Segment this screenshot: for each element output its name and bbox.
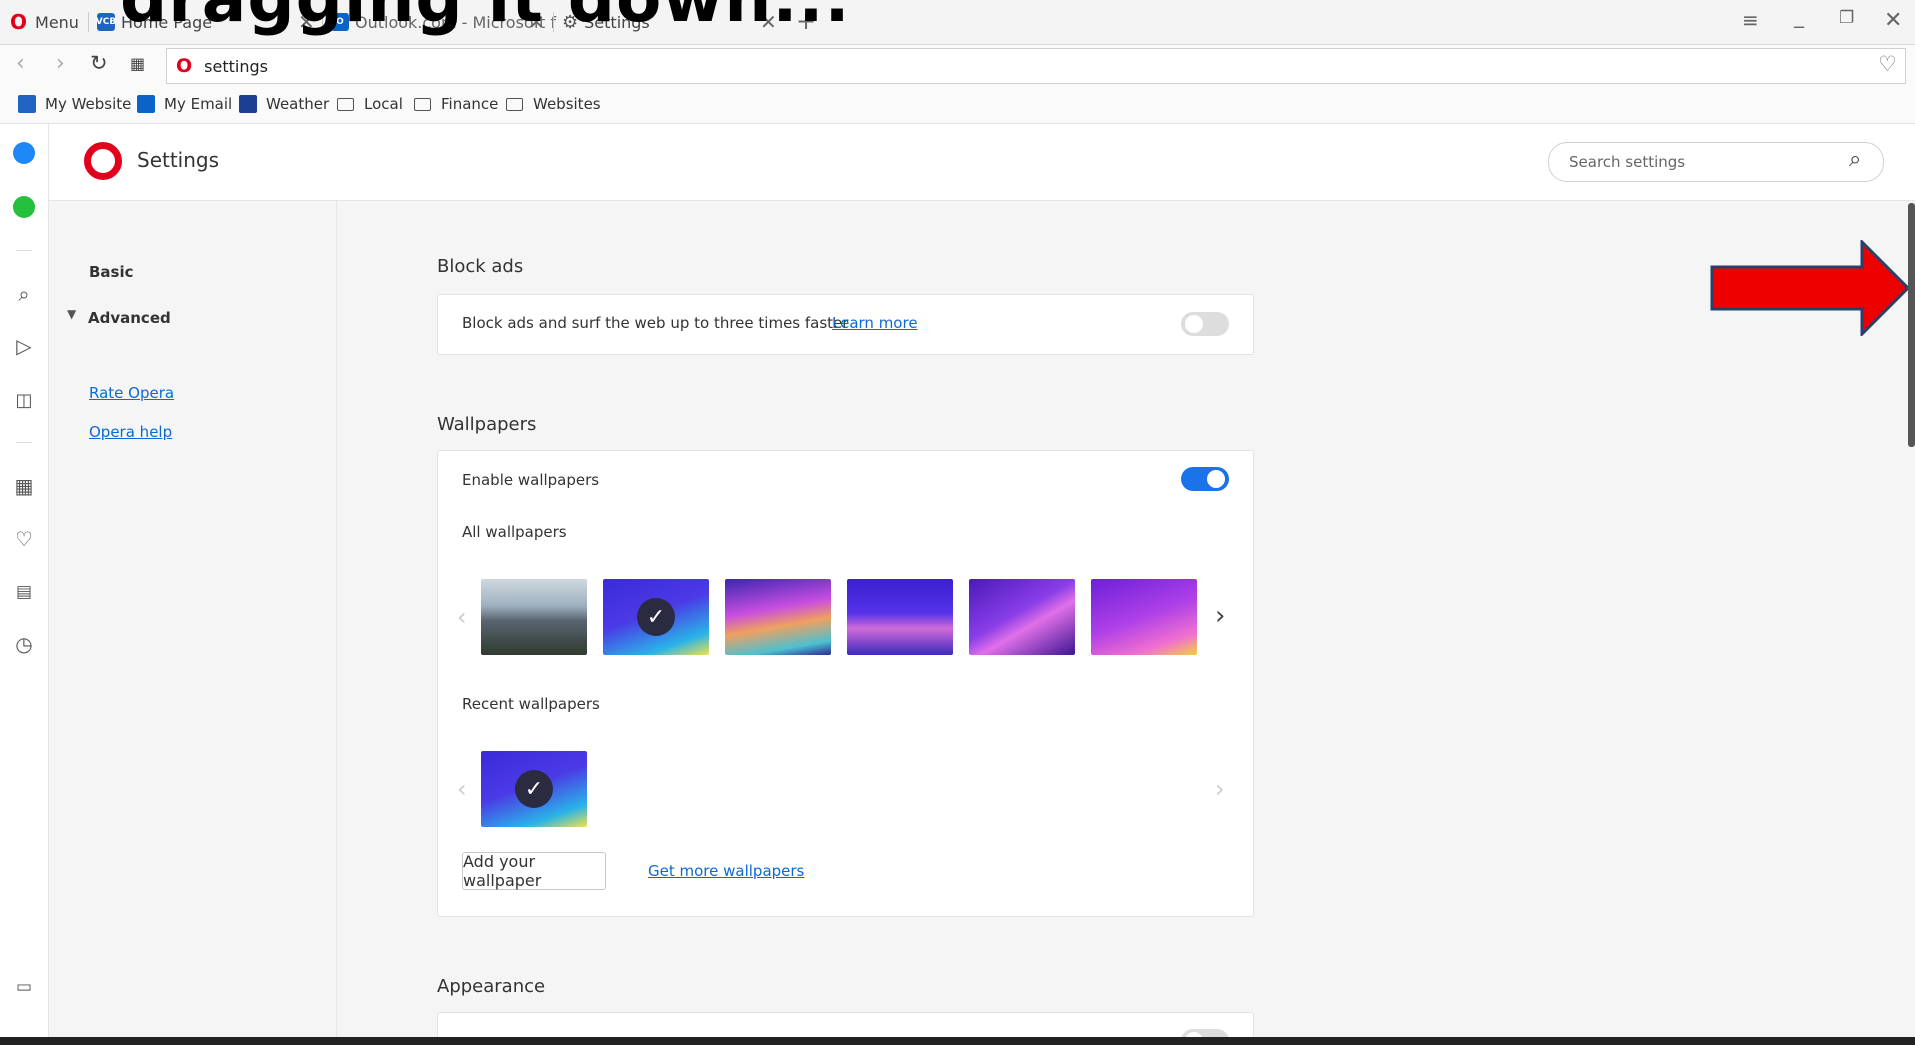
block-ads-desc: Block ads and surf the web up to three t… <box>462 314 849 332</box>
red-arrow-annotation-icon <box>1710 240 1910 336</box>
block-ads-card: Block ads and surf the web up to three t… <box>437 294 1254 355</box>
wallpapers-title: Wallpapers <box>437 414 537 435</box>
wallpaper-thumbnail-mountains[interactable] <box>847 579 953 655</box>
menu-label: Menu <box>35 12 79 32</box>
speed-dial-grid-icon[interactable]: ▦ <box>130 54 145 73</box>
nav-basic[interactable]: Basic <box>89 263 134 281</box>
bookmark-websites[interactable]: Websites <box>506 95 601 113</box>
wallpaper-thumbnail-waves[interactable] <box>725 579 831 655</box>
sidebar-toggle-icon[interactable]: ▭ <box>12 975 36 999</box>
vcb-favicon-icon: VCB <box>96 13 116 31</box>
wallpaper-thumbnail-dune[interactable] <box>969 579 1075 655</box>
opera-logo-icon: O <box>10 10 28 34</box>
bookmark-local[interactable]: Local <box>337 95 403 113</box>
folder-icon <box>506 97 523 111</box>
bookmark-weather[interactable]: Weather <box>239 95 329 113</box>
block-ads-toggle[interactable] <box>1181 312 1229 336</box>
recent-wallpapers-label: Recent wallpapers <box>462 695 600 713</box>
bookmark-my-website[interactable]: My Website <box>18 95 131 113</box>
add-wallpaper-button[interactable]: Add your wallpaper <box>462 852 606 890</box>
search-icon[interactable]: ⌕ <box>12 282 36 306</box>
get-more-wallpapers-link[interactable]: Get more wallpapers <box>648 862 804 880</box>
caret-down-icon: ▼ <box>67 307 77 321</box>
minimize-icon[interactable]: _ <box>1794 4 1804 28</box>
back-icon[interactable]: ‹ <box>16 51 25 76</box>
wallpaper-thumbnail-selected[interactable]: ✓ <box>603 579 709 655</box>
scrollbar-thumb[interactable] <box>1908 203 1915 447</box>
enable-wallpapers-toggle[interactable] <box>1181 467 1229 491</box>
heart-bookmark-icon[interactable]: ♡ <box>1878 52 1897 76</box>
search-icon: ⌕ <box>1849 147 1862 172</box>
bookmark-finance[interactable]: Finance <box>414 95 498 113</box>
rate-opera-link[interactable]: Rate Opera <box>89 384 174 402</box>
reload-icon[interactable]: ↻ <box>90 51 108 75</box>
all-wallpapers-label: All wallpapers <box>462 523 567 541</box>
opera-sidebar: ⌕ ▷ ◫ ▦ ♡ ▤ ◷ ▭ <box>0 124 49 1037</box>
send-arrow-icon[interactable]: ▷ <box>12 334 36 358</box>
opera-help-link[interactable]: Opera help <box>89 423 172 441</box>
overlay-caption: dragging it down... <box>120 0 851 37</box>
search-placeholder: Search settings <box>1569 153 1686 171</box>
weather-favicon-icon <box>239 95 257 113</box>
checkmark-icon: ✓ <box>515 770 553 808</box>
whatsapp-icon[interactable] <box>12 195 36 219</box>
page-title: Settings <box>137 148 220 172</box>
learn-more-link[interactable]: Learn more <box>832 314 918 332</box>
appearance-toggle[interactable] <box>1181 1029 1229 1037</box>
nav-advanced[interactable]: Advanced <box>88 309 171 327</box>
wallpaper-thumbnail-purple[interactable] <box>1091 579 1197 655</box>
opera-menu-button[interactable]: O Menu <box>10 4 79 40</box>
wallpaper-thumbnail-coast[interactable] <box>481 579 587 655</box>
settings-nav: Basic ▼ Advanced Rate Opera Opera help <box>49 201 337 1037</box>
news-icon[interactable]: ▤ <box>12 580 36 604</box>
wallpapers-card: Enable wallpapers All wallpapers ‹ › Rec… <box>437 450 1254 917</box>
camera-icon[interactable]: ◫ <box>12 388 36 412</box>
url-field[interactable]: O settings <box>166 48 1906 84</box>
search-settings-input[interactable]: Search settings ⌕ <box>1548 142 1884 182</box>
forward-icon[interactable]: › <box>56 51 65 76</box>
bookmarks-bar: My Website My Email Weather Local Financ… <box>0 89 1915 124</box>
messenger-icon[interactable] <box>12 141 36 165</box>
appearance-title: Appearance <box>437 976 546 997</box>
history-clock-icon[interactable]: ◷ <box>12 632 36 656</box>
prev-arrow-icon[interactable]: ‹ <box>457 775 467 803</box>
heart-icon[interactable]: ♡ <box>12 527 36 551</box>
next-arrow-icon[interactable]: › <box>1215 775 1225 803</box>
enable-wallpapers-label: Enable wallpapers <box>462 471 600 489</box>
prev-arrow-icon[interactable]: ‹ <box>457 603 467 631</box>
tab-menu-icon[interactable]: ≡ <box>1742 8 1759 32</box>
opera-logo-icon <box>84 142 122 180</box>
folder-icon <box>337 97 354 111</box>
address-bar: ‹ › ↻ ▦ O settings ♡ <box>0 45 1915 89</box>
url-text: settings <box>204 56 268 76</box>
close-window-icon[interactable]: ✕ <box>1884 8 1902 33</box>
vcb-favicon-icon <box>18 95 36 113</box>
settings-main: Block ads Block ads and surf the web up … <box>337 201 1915 1037</box>
next-arrow-icon[interactable]: › <box>1215 601 1225 631</box>
settings-header: Settings Search settings ⌕ <box>49 124 1915 201</box>
opera-url-icon: O <box>176 55 193 77</box>
folder-icon <box>414 97 431 111</box>
checkmark-icon: ✓ <box>637 598 675 636</box>
outlook-favicon-icon <box>137 95 155 113</box>
bottom-border <box>0 1037 1915 1045</box>
tab-bar: O Menu VCB Home Page ✕ O Outlook.com - M… <box>0 0 1915 45</box>
speed-dial-icon[interactable]: ▦ <box>12 474 36 498</box>
recent-wallpaper-thumbnail[interactable]: ✓ <box>481 751 587 827</box>
appearance-card <box>437 1012 1254 1037</box>
bookmark-my-email[interactable]: My Email <box>137 95 232 113</box>
restore-icon[interactable]: ❐ <box>1839 8 1854 28</box>
block-ads-title: Block ads <box>437 256 524 277</box>
